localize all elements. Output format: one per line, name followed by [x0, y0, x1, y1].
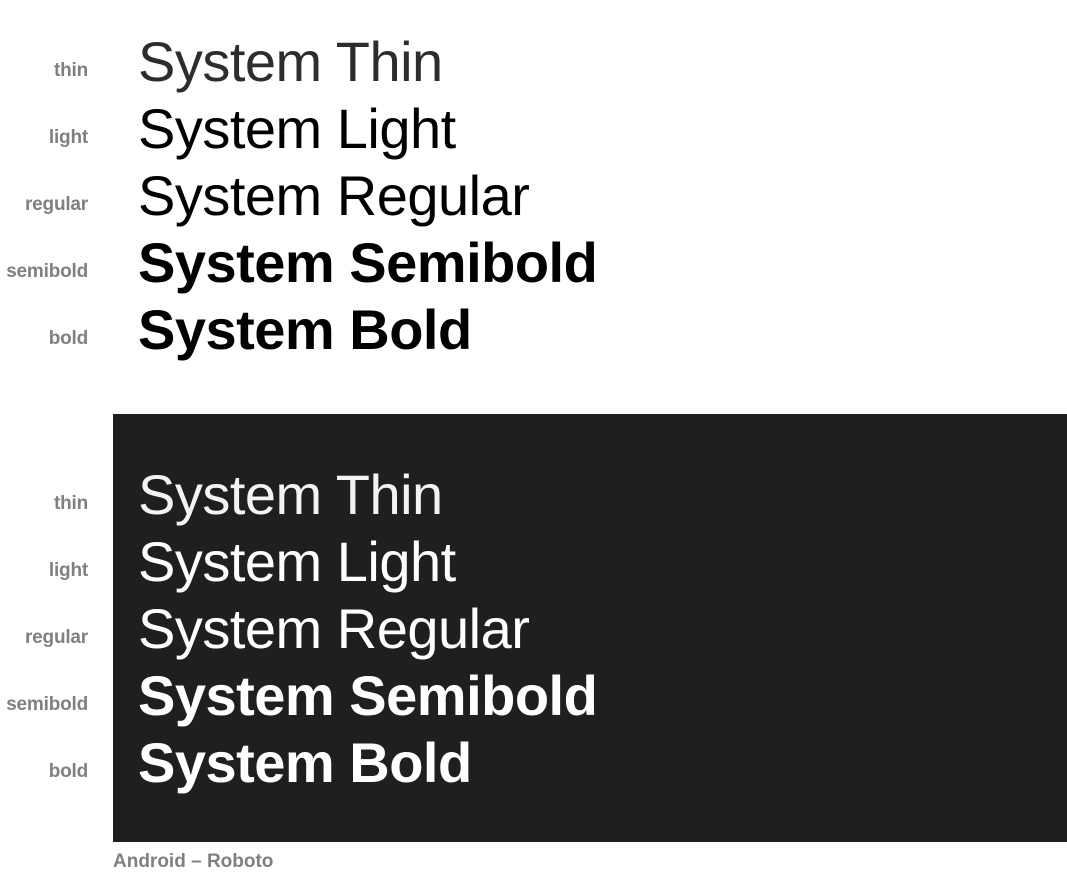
weight-row-regular: regular System Regular: [0, 597, 1067, 664]
weight-label: light: [48, 127, 88, 148]
font-sample: System Semibold: [138, 231, 598, 294]
weight-row-bold: bold System Bold: [0, 298, 1067, 365]
weight-row-semibold: semibold System Semibold: [0, 231, 1067, 298]
dark-theme-section: thin System Thin light System Light regu…: [0, 433, 1067, 833]
font-sample: System Light: [138, 97, 456, 160]
weight-row-regular: regular System Regular: [0, 164, 1067, 231]
weight-label: semibold: [6, 694, 88, 715]
weight-row-light: light System Light: [0, 530, 1067, 597]
font-sample: System Regular: [138, 164, 530, 227]
weight-label: regular: [24, 194, 88, 215]
weight-label: light: [48, 560, 88, 581]
font-sample: System Regular: [138, 597, 530, 660]
weight-label: bold: [48, 328, 88, 349]
font-sample: System Semibold: [138, 664, 598, 727]
weight-label: bold: [48, 761, 88, 782]
font-sample: System Thin: [138, 30, 443, 93]
font-sample: System Bold: [138, 731, 472, 794]
weight-row-light: light System Light: [0, 97, 1067, 164]
weight-label: semibold: [6, 261, 88, 282]
weight-row-bold: bold System Bold: [0, 731, 1067, 798]
font-sample: System Thin: [138, 463, 443, 526]
weight-label: thin: [53, 60, 88, 81]
weight-row-semibold: semibold System Semibold: [0, 664, 1067, 731]
light-theme-section: thin System Thin light System Light regu…: [0, 0, 1067, 400]
weight-row-thin: thin System Thin: [0, 30, 1067, 97]
font-sample: System Bold: [138, 298, 472, 361]
weight-row-thin: thin System Thin: [0, 463, 1067, 530]
font-sample: System Light: [138, 530, 456, 593]
weight-label: regular: [24, 627, 88, 648]
weight-label: thin: [53, 493, 88, 514]
